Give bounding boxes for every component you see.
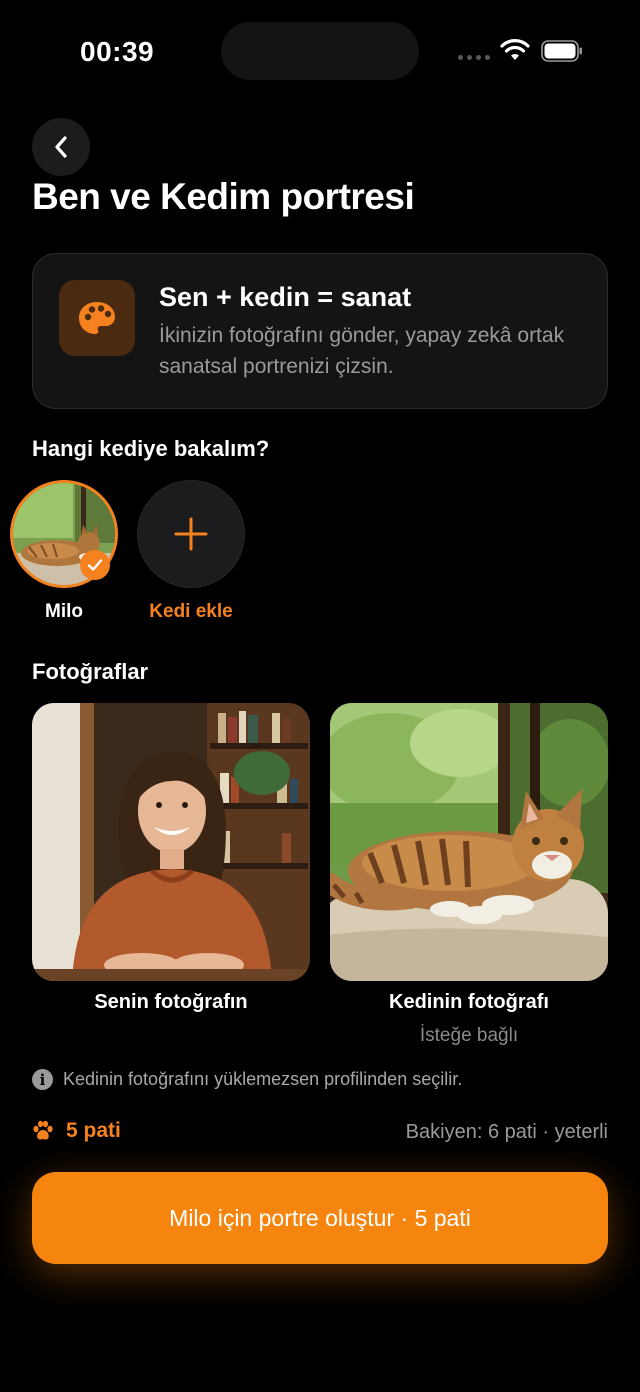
status-time: 00:39 [80, 36, 155, 67]
paw-icon [33, 1120, 53, 1140]
cost-row: 5 pati [32, 1119, 121, 1143]
hint-text: Kedinin fotoğrafını yüklemezsen profilin… [63, 1069, 463, 1089]
status-bar: 00:39 [0, 0, 640, 100]
dynamic-island [221, 22, 419, 80]
user-photo-caption: Senin fotoğrafın [94, 991, 248, 1013]
battery-icon [541, 40, 582, 62]
info-description: İkinizin fotoğrafını gönder, yapay zekâ … [159, 324, 565, 378]
palette-icon [79, 302, 115, 334]
cat-photo-caption: Kedinin fotoğrafı [389, 991, 549, 1013]
photos-section-label: Fotoğraflar [32, 659, 149, 684]
cat-photo[interactable] [330, 703, 608, 981]
info-card: Sen + kedin = sanat İkinizin fotoğrafını… [32, 253, 608, 409]
user-photo-image [32, 703, 310, 981]
add-cat-label[interactable]: Kedi ekle [125, 601, 257, 623]
cat-photo-image [330, 703, 608, 981]
add-cat-button[interactable] [137, 480, 245, 588]
back-button[interactable] [32, 118, 90, 176]
selected-check-icon [80, 550, 110, 580]
info-icon-box [59, 280, 135, 356]
create-portrait-button[interactable]: Milo için portre oluştur · 5 pati [32, 1172, 608, 1264]
info-icon: i [32, 1069, 53, 1090]
cost-label: 5 pati [66, 1119, 121, 1142]
cat-name-label: Milo [45, 601, 83, 622]
wifi-icon [500, 39, 530, 60]
hint-row: i Kedinin fotoğrafını yüklemezsen profil… [32, 1069, 462, 1090]
chevron-left-icon [55, 136, 67, 158]
balance-text: Bakiyen: 6 pati · yeterli [405, 1121, 608, 1143]
user-photo[interactable] [32, 703, 310, 981]
plus-icon [174, 517, 208, 551]
info-title: Sen + kedin = sanat [159, 282, 412, 312]
page-title: Ben ve Kedim portresi [32, 176, 415, 217]
signal-icon [458, 55, 490, 60]
cat-section-label: Hangi kediye bakalım? [32, 436, 270, 461]
cat-photo-optional-label: İsteğe bağlı [419, 1025, 519, 1046]
